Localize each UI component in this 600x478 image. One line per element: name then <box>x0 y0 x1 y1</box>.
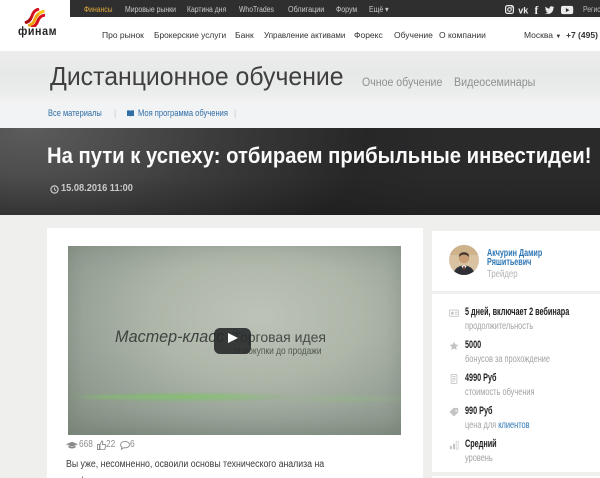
svg-text:f: f <box>535 5 539 15</box>
svg-text:vk: vk <box>518 5 529 15</box>
